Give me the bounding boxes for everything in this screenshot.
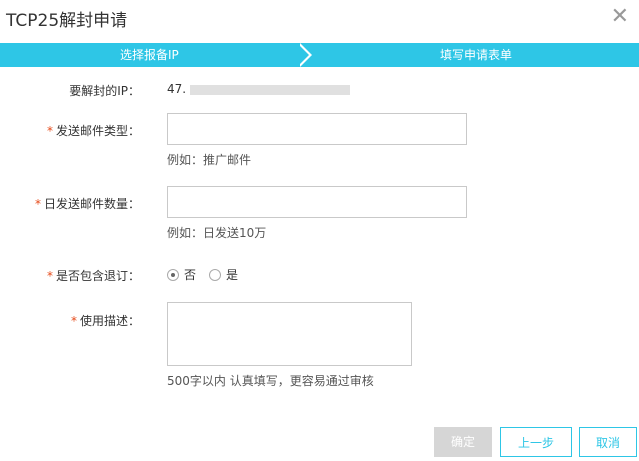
mail-type-input[interactable] (167, 113, 467, 145)
ip-value: 47. (167, 82, 351, 96)
daily-count-hint: 例如：日发送10万 (167, 226, 267, 240)
ip-label: 要解封的IP： (69, 84, 140, 98)
mail-type-hint: 例如：推广邮件 (167, 153, 252, 167)
step-select-ip: 选择报备IP (120, 48, 179, 62)
radio-option-no[interactable]: 否 (167, 266, 196, 283)
radio-option-yes[interactable]: 是 (209, 266, 238, 283)
mail-type-label: * 发送邮件类型： (0, 122, 140, 139)
daily-count-label: * 日发送邮件数量： (0, 195, 140, 212)
ip-prefix: 47. (167, 82, 187, 96)
confirm-button[interactable]: 确定 (434, 427, 492, 457)
unsubscribe-label-text: 是否包含退订： (55, 269, 140, 283)
required-mark: * (34, 197, 41, 211)
mail-type-label-text: 发送邮件类型： (55, 124, 140, 138)
dialog-title: TCP25解封申请 (6, 11, 128, 31)
required-mark: * (46, 269, 53, 283)
usage-hint: 500字以内 认真填写，更容易通过审核 (167, 374, 374, 388)
daily-count-input[interactable] (167, 186, 467, 218)
radio-unchecked-icon[interactable] (209, 268, 221, 281)
ip-masked (190, 84, 351, 95)
prev-step-button[interactable]: 上一步 (500, 427, 572, 457)
step-bar: 选择报备IP 填写申请表单 (0, 43, 639, 67)
cancel-button[interactable]: 取消 (579, 427, 637, 457)
radio-no-label: 否 (184, 268, 197, 282)
daily-count-label-text: 日发送邮件数量： (43, 197, 140, 211)
required-mark: * (46, 124, 53, 138)
usage-label: * 使用描述： (0, 312, 140, 329)
radio-yes-label: 是 (226, 268, 239, 282)
unsubscribe-label: * 是否包含退订： (0, 267, 140, 284)
radio-checked-icon[interactable] (167, 268, 179, 281)
step-arrow-inner (297, 43, 309, 67)
required-mark: * (70, 314, 77, 328)
usage-textarea[interactable] (167, 302, 412, 366)
close-icon[interactable]: ✕ (611, 4, 629, 29)
usage-label-text: 使用描述： (79, 314, 140, 328)
step-fill-form: 填写申请表单 (440, 48, 513, 62)
